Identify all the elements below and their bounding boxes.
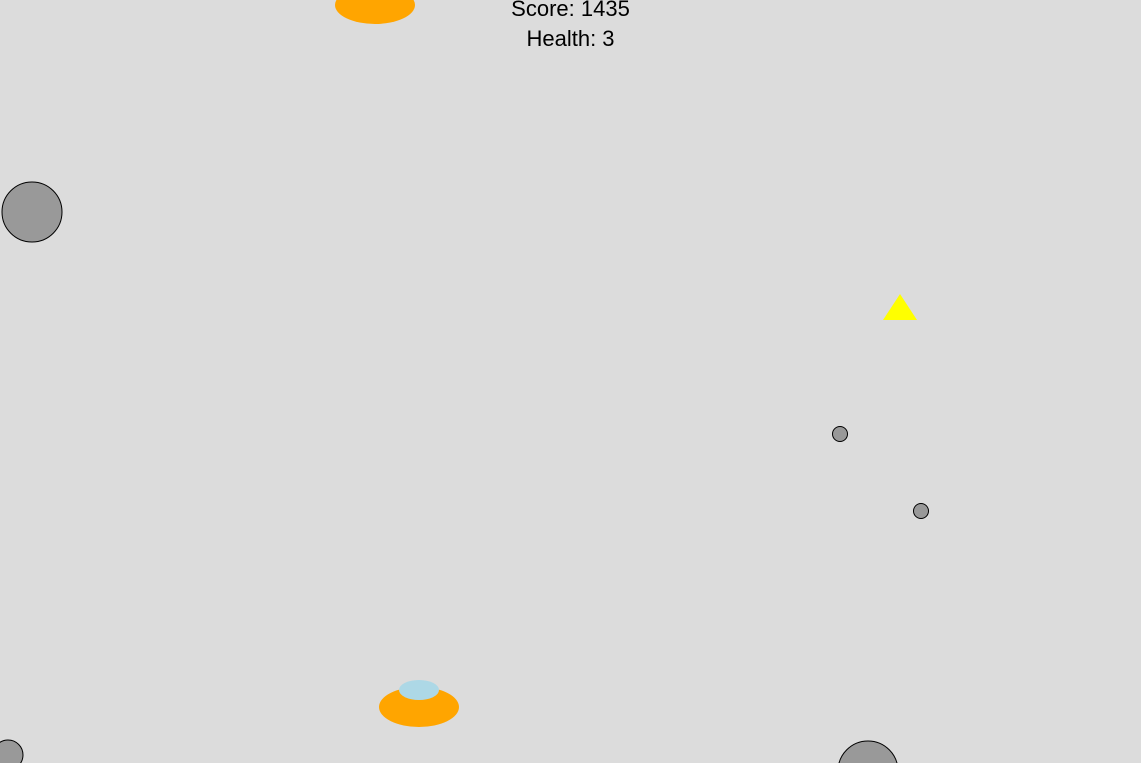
player-ship [883,294,917,320]
enemy-saucer-bottom [379,680,459,727]
asteroid-small [913,503,929,519]
asteroid-medium [0,739,24,763]
saucer-dome [399,680,439,700]
asteroid-large [1,181,63,243]
game-scene [0,0,929,763]
health-display: Health: 3 [526,26,615,51]
game-canvas[interactable]: Score: 1435 Health: 3 [0,0,1141,763]
asteroid-small [832,426,848,442]
asteroid-large [838,740,898,763]
score-display: Score: 1435 [511,0,630,21]
